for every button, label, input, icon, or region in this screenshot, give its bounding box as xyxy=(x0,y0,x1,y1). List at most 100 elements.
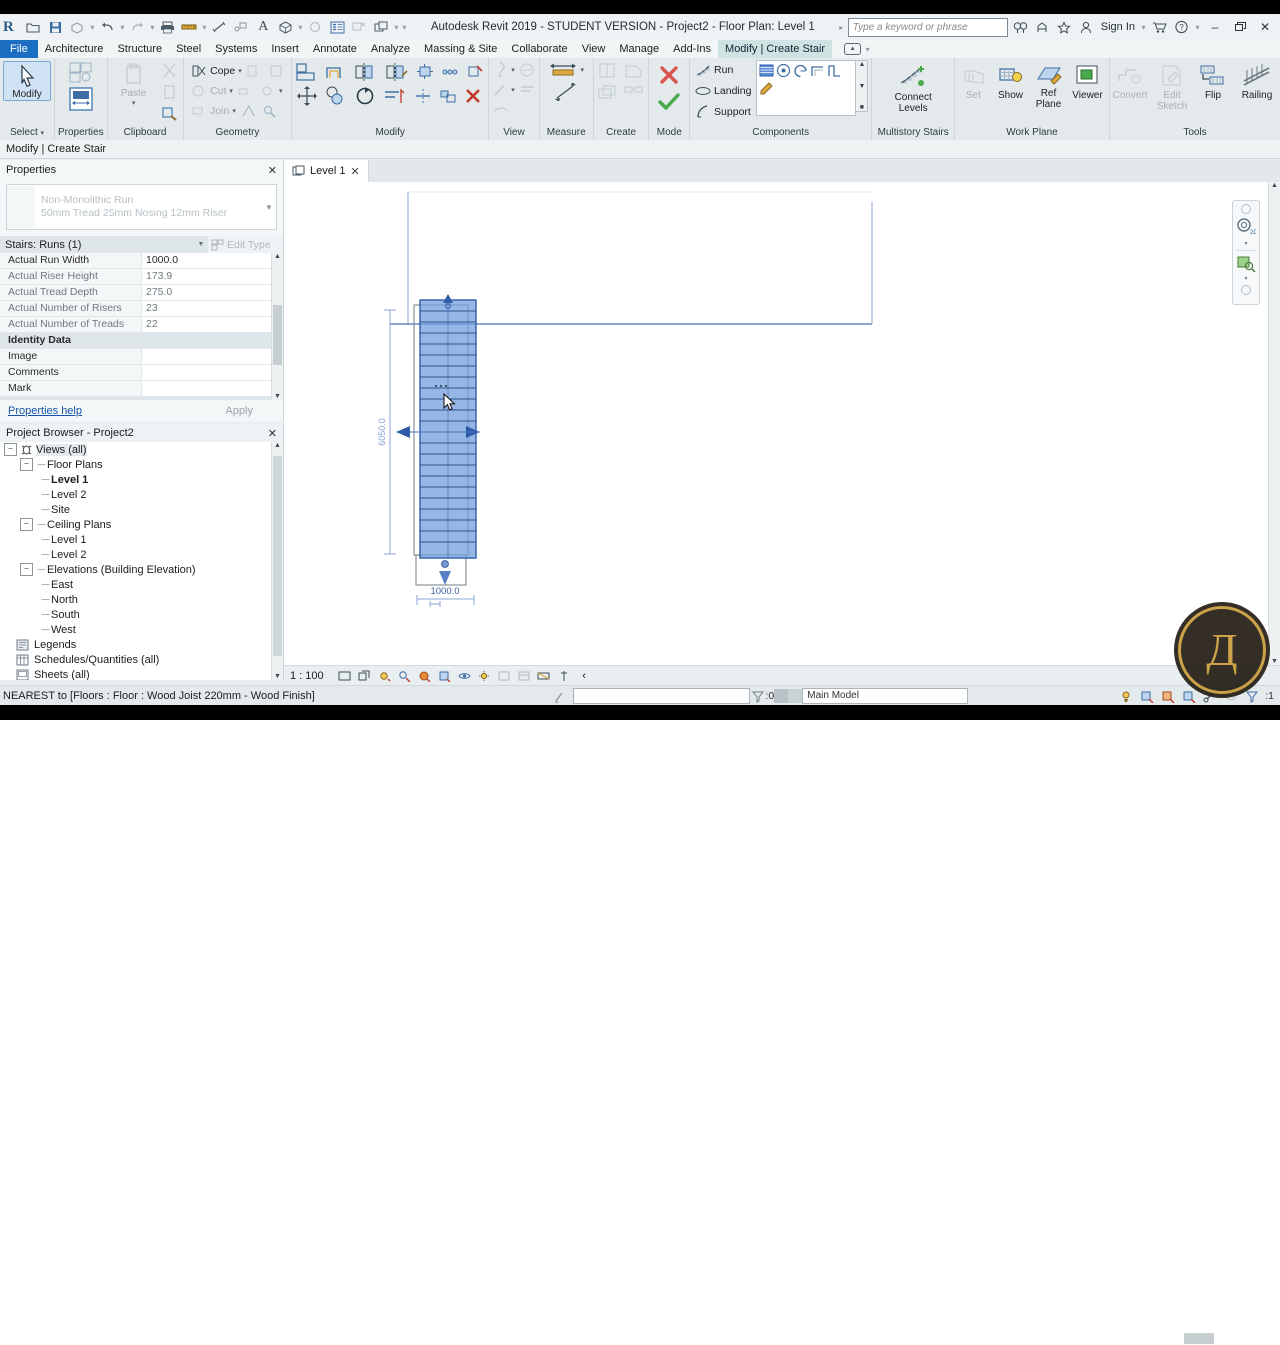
run-button[interactable]: Run xyxy=(693,60,752,80)
status-input-field[interactable] xyxy=(573,688,751,704)
view-tab-level-1[interactable]: Level 1 ✕ xyxy=(284,160,369,182)
view-scale[interactable]: 1 : 100 xyxy=(290,670,332,682)
table-row[interactable]: Comments xyxy=(0,365,283,381)
measure-along-element-icon[interactable] xyxy=(553,83,579,101)
gallery-down-icon[interactable]: ▼ xyxy=(858,83,865,90)
rotate-icon[interactable] xyxy=(353,85,377,107)
tree-node-ceiling-level-1[interactable]: ─ Level 1 xyxy=(0,532,283,547)
split-element-geo-icon[interactable] xyxy=(257,81,277,101)
properties-scroll-thumb[interactable] xyxy=(273,305,282,365)
show-crop-region-icon[interactable] xyxy=(457,669,472,684)
edit-sketch-button[interactable]: Edit Sketch xyxy=(1152,61,1192,112)
save-as-icon[interactable] xyxy=(67,17,88,37)
expander-icon[interactable]: − xyxy=(4,443,17,456)
tree-node-site[interactable]: ─ Site xyxy=(0,502,283,517)
measure-icon[interactable] xyxy=(179,17,200,37)
type-selector-caret-icon[interactable]: ▼ xyxy=(262,203,276,212)
tree-node-floor-plans[interactable]: − ─ Floor Plans xyxy=(0,457,283,472)
properties-scroll-up-icon[interactable]: ▲ xyxy=(274,253,281,260)
reveal-hidden-icon[interactable] xyxy=(492,101,510,117)
table-row[interactable]: Mark xyxy=(0,381,283,397)
browser-scroll-thumb[interactable] xyxy=(273,456,282,656)
split-element-icon[interactable] xyxy=(413,86,433,106)
tree-node-ceiling-plans[interactable]: − ─ Ceiling Plans xyxy=(0,517,283,532)
tree-node-legends[interactable]: Legends xyxy=(0,637,283,652)
property-value[interactable]: 1000.0 xyxy=(142,253,283,268)
aligned-dimension-icon[interactable] xyxy=(209,17,230,37)
property-group-header-partial[interactable]: ▲ xyxy=(0,397,283,400)
expand-icon[interactable]: ‹ xyxy=(577,669,592,684)
expander-icon[interactable]: − xyxy=(20,518,33,531)
tab-insert[interactable]: Insert xyxy=(264,40,306,58)
properties-close-icon[interactable]: ✕ xyxy=(268,164,277,177)
constraints-icon[interactable] xyxy=(557,669,572,684)
tree-node-elevations[interactable]: − ─ Elevations (Building Elevation) xyxy=(0,562,283,577)
viewer-button[interactable]: Viewer xyxy=(1068,61,1108,101)
sign-in-caret-icon[interactable]: ▾ xyxy=(1140,23,1147,32)
pin-icon[interactable] xyxy=(465,62,485,82)
cut-caret-icon[interactable]: ▾ xyxy=(229,87,233,95)
mirror-pick-axis-icon[interactable] xyxy=(353,61,379,83)
text-icon[interactable]: A xyxy=(253,17,274,37)
copy-icon[interactable] xyxy=(159,82,180,102)
move-icon[interactable] xyxy=(295,85,319,107)
properties-scrollbar[interactable]: ▲ ▼ xyxy=(271,253,283,400)
horizontal-scroll-thumb[interactable] xyxy=(1184,1333,1214,1344)
filter-status-icon[interactable] xyxy=(750,689,765,704)
section-icon[interactable] xyxy=(305,17,326,37)
navbar-options-icon[interactable] xyxy=(1241,285,1251,295)
property-value[interactable]: 22 xyxy=(142,317,283,332)
rendering-dialog-icon[interactable] xyxy=(417,669,432,684)
worksets-status-box[interactable] xyxy=(774,689,789,703)
reveal-hidden-elements-icon[interactable] xyxy=(497,669,512,684)
railing-button[interactable]: Railing xyxy=(1234,61,1280,101)
infocenter-expand-icon[interactable]: ▸ xyxy=(838,23,845,32)
detail-level-icon[interactable] xyxy=(337,669,352,684)
gallery-up-icon[interactable]: ▲ xyxy=(858,61,865,68)
flip-button[interactable]: Flip xyxy=(1194,61,1232,101)
analytical-model-icon[interactable] xyxy=(537,669,552,684)
revit-logo-icon[interactable]: R xyxy=(0,19,19,36)
properties-scroll-down-icon[interactable]: ▼ xyxy=(274,393,281,400)
pin-group-icon[interactable] xyxy=(415,62,435,82)
print-icon[interactable] xyxy=(157,17,178,37)
measure-caret-icon[interactable]: ▾ xyxy=(201,23,208,32)
property-value[interactable]: 173.9 xyxy=(142,269,283,284)
undo-icon[interactable] xyxy=(97,17,118,37)
cope-caret-icon[interactable]: ▾ xyxy=(238,67,242,75)
paste-caret-icon[interactable]: ▾ xyxy=(132,99,136,107)
match-type-properties-icon[interactable] xyxy=(159,103,180,123)
tree-node-west[interactable]: ─ West xyxy=(0,622,283,637)
shopping-cart-icon[interactable] xyxy=(1150,18,1169,37)
tab-annotate[interactable]: Annotate xyxy=(306,40,364,58)
tab-steel[interactable]: Steel xyxy=(169,40,208,58)
split-face-icon[interactable] xyxy=(266,61,286,81)
properties-button[interactable] xyxy=(67,87,95,111)
navigation-bar[interactable]: 2D ▾ ▾ xyxy=(1232,200,1260,305)
open-icon[interactable] xyxy=(23,17,44,37)
tab-structure[interactable]: Structure xyxy=(110,40,169,58)
crop-view-icon[interactable] xyxy=(437,669,452,684)
beam-join-icon[interactable] xyxy=(260,101,280,121)
join-button[interactable]: Join xyxy=(189,101,230,121)
dropdown-caret-icon[interactable]: ▾ xyxy=(89,23,96,32)
workset-field[interactable]: Main Model xyxy=(802,688,969,704)
switch-windows-icon[interactable] xyxy=(371,17,392,37)
wall-joins-icon[interactable] xyxy=(238,101,258,121)
redo-caret-icon[interactable]: ▾ xyxy=(149,23,156,32)
switch-caret-icon[interactable]: ▾ xyxy=(393,23,400,32)
tree-node-sheets[interactable]: Sheets (all) xyxy=(0,667,283,680)
editable-only-icon[interactable] xyxy=(1118,689,1133,704)
straight-run-icon[interactable] xyxy=(759,63,774,78)
table-row[interactable]: Actual Run Width 1000.0 xyxy=(0,253,283,269)
components-gallery[interactable] xyxy=(756,60,857,116)
edit-family-icon[interactable] xyxy=(623,61,645,81)
table-row[interactable]: Actual Tread Depth 275.0 xyxy=(0,285,283,301)
worksets-icon[interactable] xyxy=(1160,689,1175,704)
components-gallery-scroll[interactable]: ▲ ▼ ■ xyxy=(856,60,869,112)
qat-overflow-icon[interactable]: ▾ xyxy=(401,23,408,32)
property-value[interactable] xyxy=(142,365,283,380)
shadows-icon[interactable] xyxy=(397,669,412,684)
canvas-scroll-down-icon[interactable]: ▼ xyxy=(1271,658,1278,665)
properties-help-link[interactable]: Properties help xyxy=(8,405,82,417)
